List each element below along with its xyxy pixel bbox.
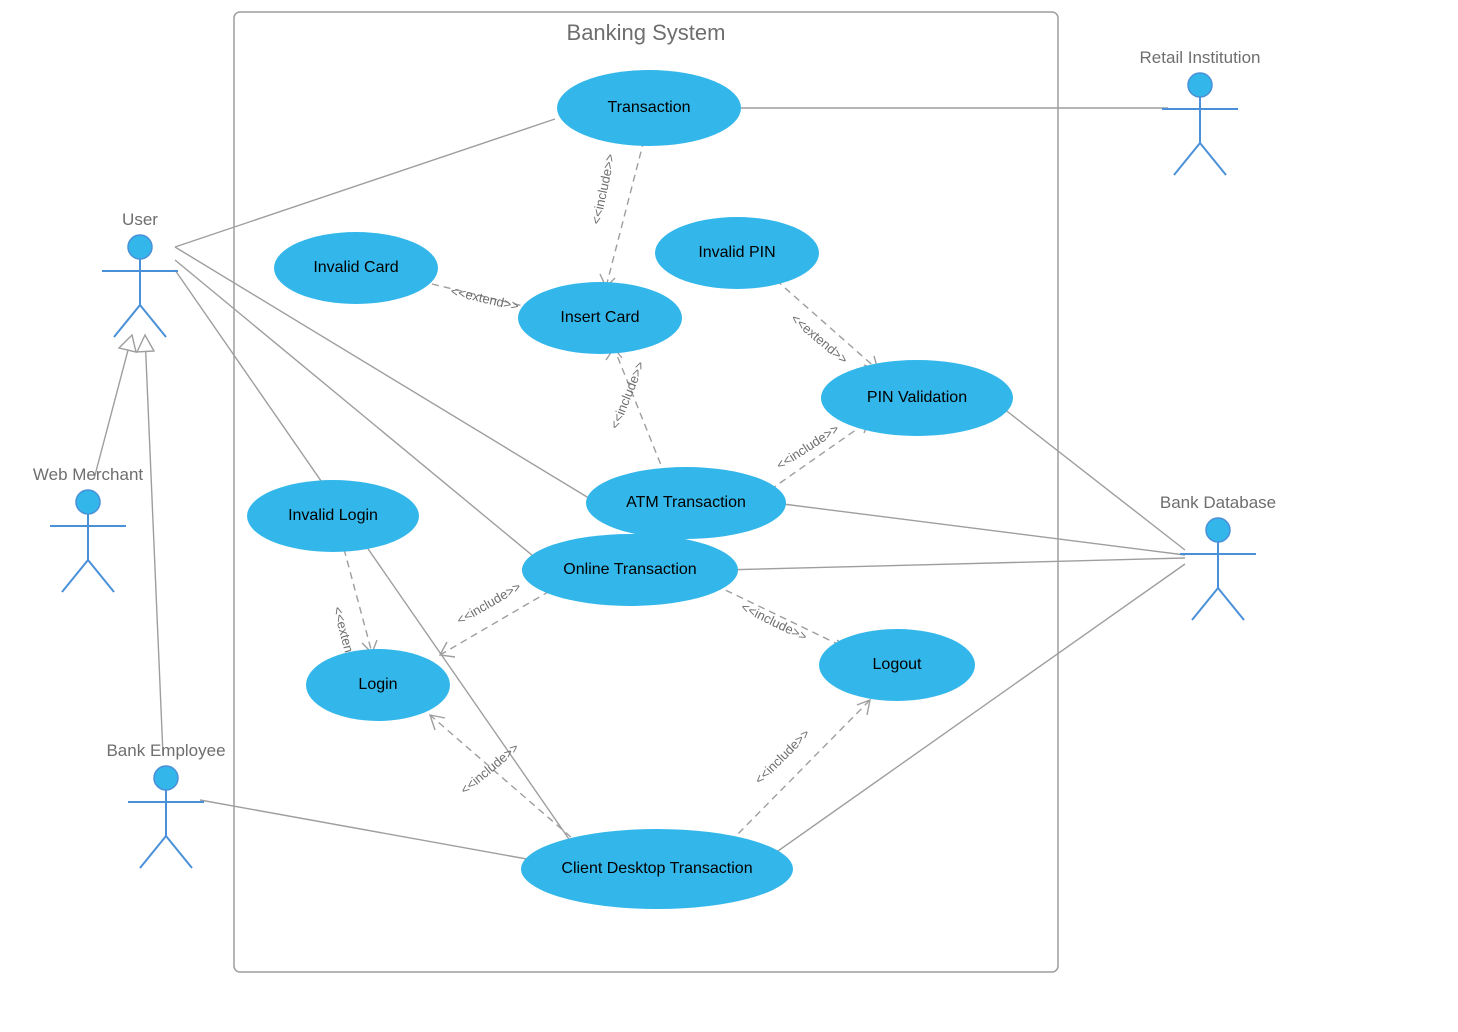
svg-text:<<include>>: <<include>> — [454, 579, 523, 628]
svg-text:Bank Employee: Bank Employee — [106, 741, 225, 760]
svg-text:<<include>>: <<include>> — [739, 599, 810, 644]
actor-bank-database: Bank Database — [1160, 493, 1276, 620]
actor-web-merchant: Web Merchant — [33, 465, 144, 592]
svg-text:Logout: Logout — [873, 656, 922, 673]
svg-text:<<include>>: <<include>> — [588, 152, 618, 225]
svg-text:<<include>>: <<include>> — [752, 726, 813, 787]
svg-text:Bank Database: Bank Database — [1160, 493, 1276, 512]
svg-text:PIN Validation: PIN Validation — [867, 389, 967, 406]
svg-text:ATM Transaction: ATM Transaction — [626, 494, 746, 511]
actor-retail-institution: Retail Institution — [1140, 48, 1261, 175]
svg-text:Transaction: Transaction — [608, 99, 691, 116]
svg-text:Insert Card: Insert Card — [560, 309, 639, 326]
svg-text:<<extend>>: <<extend>> — [449, 283, 520, 313]
svg-text:Retail Institution: Retail Institution — [1140, 48, 1261, 67]
usecases: Transaction Invalid Card Insert Card Inv… — [247, 70, 1013, 909]
generalizations — [94, 335, 163, 755]
svg-text:Invalid Login: Invalid Login — [288, 507, 378, 524]
svg-text:Login: Login — [358, 676, 397, 693]
svg-text:Online Transaction: Online Transaction — [563, 561, 696, 578]
svg-text:User: User — [122, 210, 158, 229]
actor-user: User — [102, 210, 178, 337]
svg-text:<<include>>: <<include>> — [607, 359, 648, 431]
svg-text:Client Desktop Transaction: Client Desktop Transaction — [561, 860, 752, 877]
actor-bank-employee: Bank Employee — [106, 741, 225, 868]
svg-text:<<extend>>: <<extend>> — [788, 311, 851, 367]
svg-text:Web Merchant: Web Merchant — [33, 465, 144, 484]
svg-text:Invalid Card: Invalid Card — [313, 259, 398, 276]
svg-text:Invalid PIN: Invalid PIN — [698, 244, 775, 261]
system-title: Banking System — [567, 20, 726, 45]
svg-text:<<include>>: <<include>> — [457, 740, 521, 798]
